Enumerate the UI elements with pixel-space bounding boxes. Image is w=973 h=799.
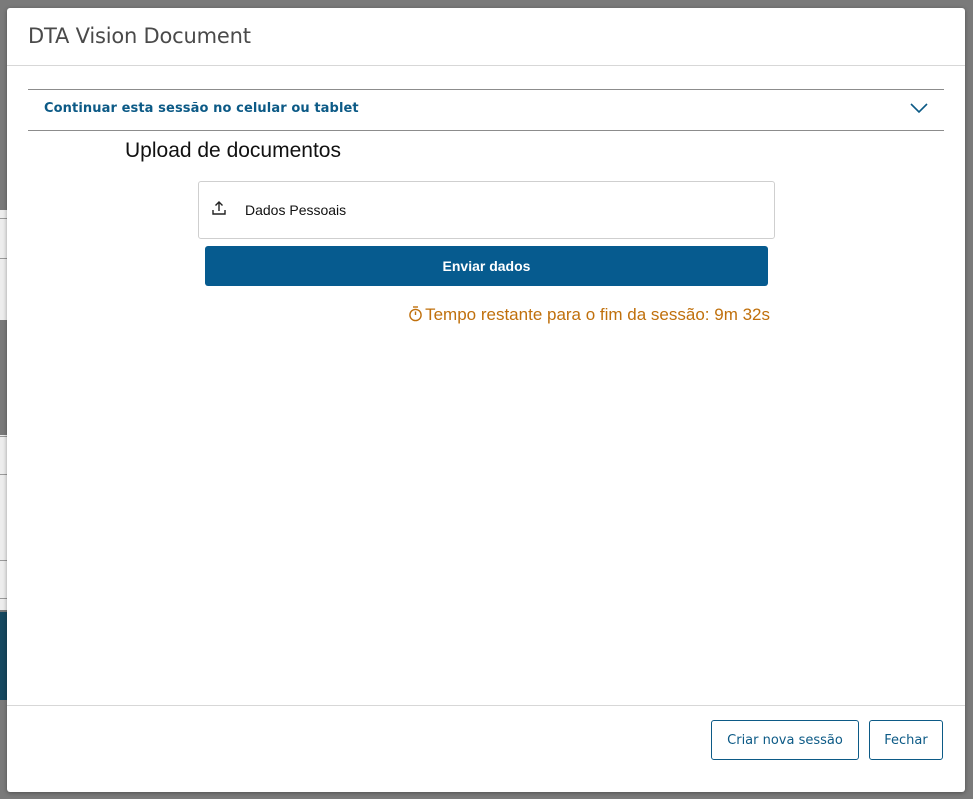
chevron-down-icon <box>910 103 928 114</box>
close-button[interactable]: Fechar <box>869 720 943 760</box>
upload-item-label: Dados Pessoais <box>245 202 347 218</box>
session-timer: Tempo restante para o fim da sessão: 9m … <box>408 305 770 325</box>
modal-title: DTA Vision Document <box>28 24 251 48</box>
new-session-button[interactable]: Criar nova sessão <box>711 720 859 760</box>
upload-icon <box>212 201 226 215</box>
timer-text: Tempo restante para o fim da sessão: 9m … <box>425 305 770 324</box>
section-title: Upload de documentos <box>125 139 341 162</box>
continue-on-mobile-accordion[interactable]: Continuar esta sessão no celular ou tabl… <box>28 89 944 131</box>
accordion-label: Continuar esta sessão no celular ou tabl… <box>44 101 359 116</box>
session-modal: DTA Vision Document Continuar esta sessã… <box>7 8 965 792</box>
modal-header: DTA Vision Document <box>7 8 965 66</box>
stopwatch-icon <box>409 305 422 321</box>
upload-item-dados-pessoais[interactable]: Dados Pessoais <box>198 181 775 239</box>
modal-footer: Criar nova sessão Fechar <box>7 705 965 792</box>
send-data-button[interactable]: Enviar dados <box>205 246 768 286</box>
